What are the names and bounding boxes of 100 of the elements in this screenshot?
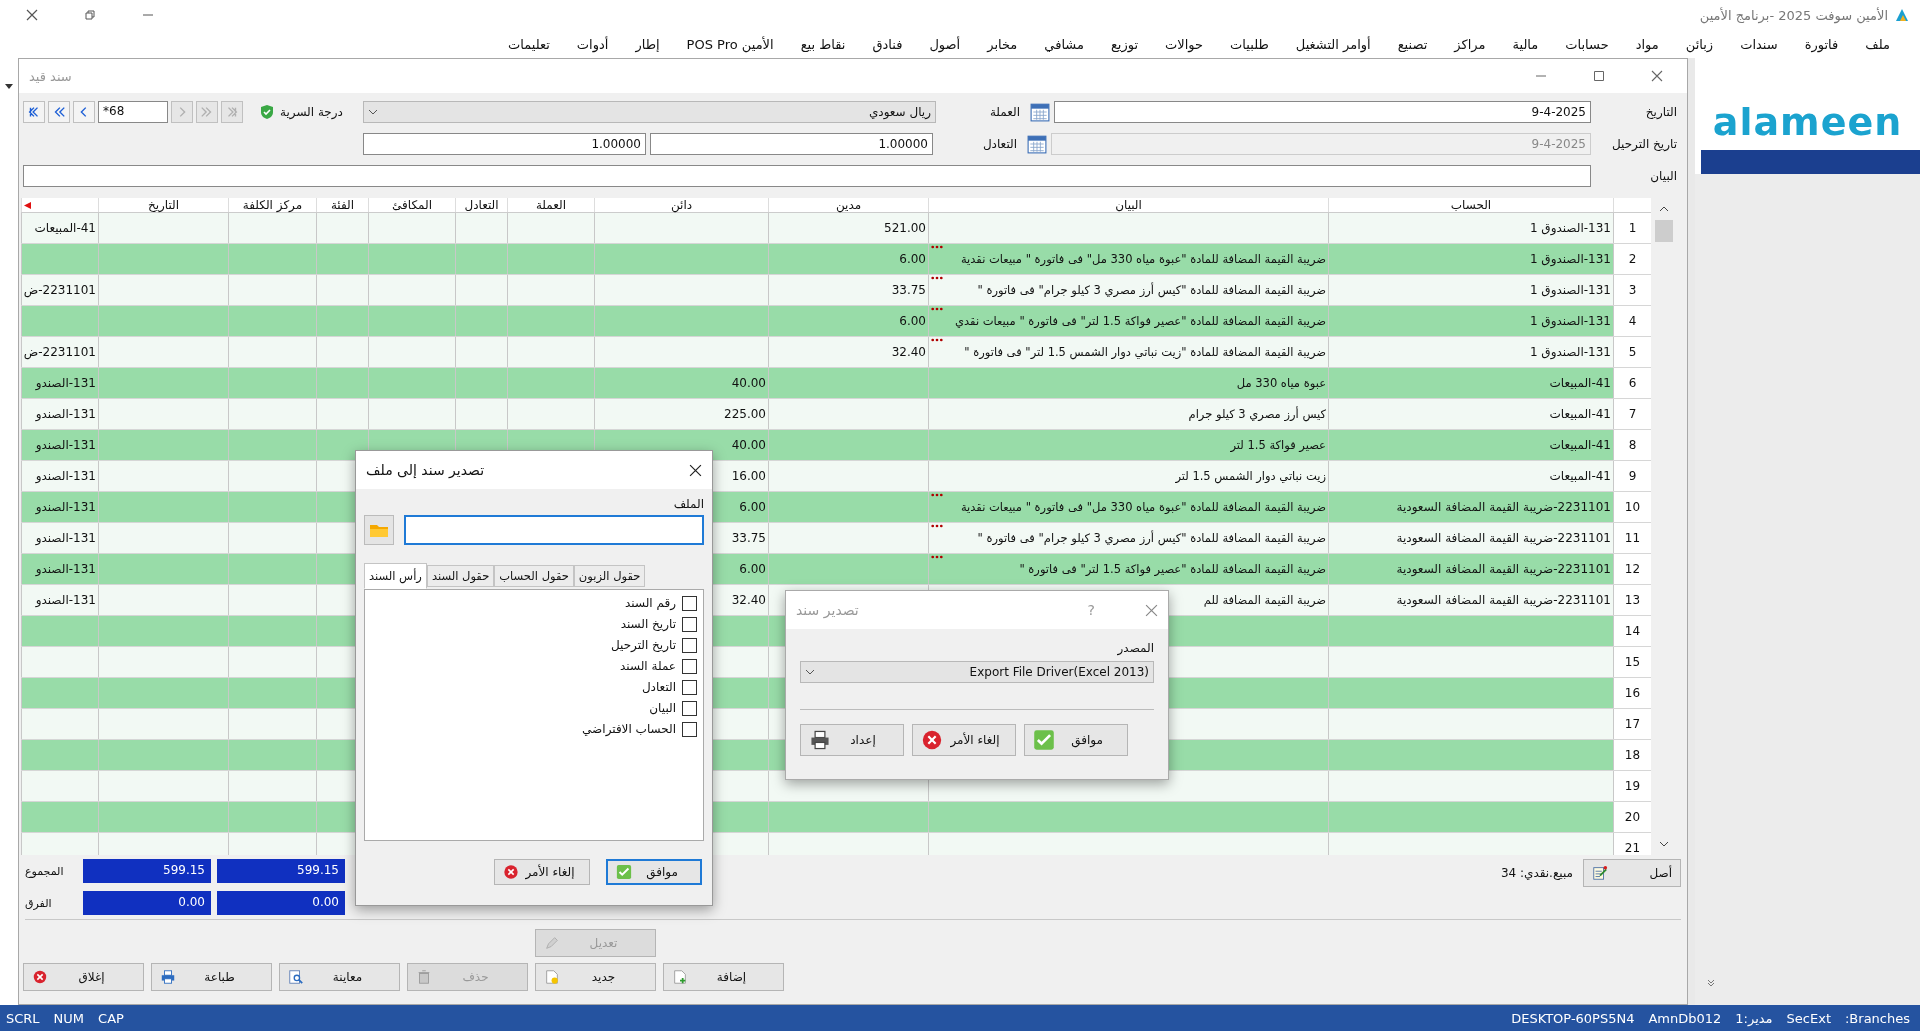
rate-field[interactable]: 1.00000 (650, 133, 933, 155)
calendar-icon[interactable] (1027, 134, 1047, 154)
double-chevron-icon[interactable] (1706, 978, 1716, 988)
checkbox[interactable] (682, 658, 697, 674)
description-field[interactable] (23, 165, 1591, 187)
table-cell: 16.00 (731, 469, 766, 483)
row-number: 21 (1624, 841, 1641, 855)
table-cell: 2231101-ض (23, 283, 96, 297)
rate-field[interactable]: 1.00000 (363, 133, 646, 155)
checkbox[interactable] (682, 679, 697, 695)
nav-button[interactable] (48, 101, 70, 123)
checkbox[interactable] (682, 637, 697, 653)
tab[interactable]: حقول السند (426, 565, 495, 587)
row-number: 17 (1624, 717, 1641, 731)
table-cell: ضريبة القيمة المضافة للمادة "عصير فواكة 1.5 لتر" فى فاتورة " (1019, 562, 1326, 576)
more-dots-icon[interactable] (931, 338, 943, 342)
checkbox[interactable] (682, 721, 697, 737)
checkbox[interactable] (682, 700, 697, 716)
nav-button[interactable] (23, 101, 45, 123)
chevron-down-icon[interactable] (1659, 841, 1669, 847)
menu-item[interactable]: أوامر التشغيل (1295, 36, 1371, 52)
menu-item[interactable]: أصول (929, 36, 961, 52)
status-item: CAP (98, 1010, 124, 1026)
window-title: سند قيد (29, 68, 72, 84)
preview-button[interactable]: معاينة (279, 963, 400, 991)
ok-button[interactable]: موافق (1024, 724, 1128, 756)
menu-item[interactable]: سندات (1740, 36, 1778, 52)
origin-button[interactable]: أصل (1583, 859, 1681, 887)
menu-item[interactable]: مالية (1512, 36, 1539, 52)
menu-item[interactable]: فنادق (872, 36, 903, 52)
table-cell: عصير فواكة 1.5 لتر (1230, 438, 1326, 452)
menu-item[interactable]: مخابر (987, 36, 1018, 52)
menu-item[interactable]: إطار (635, 36, 660, 52)
add-button[interactable]: إضافة (663, 963, 784, 991)
table-cell: 41-المبيعات (1549, 469, 1611, 483)
calendar-icon[interactable] (1030, 102, 1050, 122)
column-header: التاريخ (147, 198, 180, 212)
more-dots-icon[interactable] (931, 245, 943, 249)
menu-item[interactable]: مشافي (1044, 36, 1084, 52)
restore-icon[interactable] (84, 9, 96, 21)
menu-item[interactable]: توزيع (1110, 36, 1139, 52)
table-cell: 6.00 (899, 252, 926, 266)
more-dots-icon[interactable] (931, 524, 943, 528)
new-button[interactable]: جديد (535, 963, 656, 991)
checkbox[interactable] (682, 595, 697, 611)
menu-item[interactable]: ملف (1865, 36, 1890, 52)
currency-dropdown[interactable]: ريال سعودي (363, 101, 936, 123)
dropdown-arrow-icon[interactable] (5, 84, 13, 90)
scroll-thumb[interactable] (1655, 220, 1673, 242)
print-button[interactable]: طباعة (151, 963, 272, 991)
row-number: 7 (1628, 407, 1637, 421)
app-title: الأمين سوفت 2025 -برنامج الأمين (1699, 7, 1888, 23)
caret-icon (368, 109, 378, 115)
tab[interactable]: حقول الزبون (573, 565, 646, 587)
tab[interactable]: حقول الحساب (494, 565, 574, 587)
tab[interactable]: رأس السند (364, 563, 427, 589)
menu-item[interactable]: نقاط بيع (800, 36, 846, 52)
date-field[interactable]: 9-4-2025 (1054, 101, 1591, 123)
table-cell: 131-الصندو (35, 376, 96, 390)
file-field[interactable] (404, 515, 704, 545)
close-icon[interactable] (689, 463, 702, 477)
close-button[interactable]: إغلاق (23, 963, 144, 991)
table-cell: ضريبة القيمة المضافة للمادة "زيت نباتي دوار الشمس 1.5 لتر" فى فاتورة " (964, 345, 1326, 359)
description-label: البيان (1649, 169, 1677, 183)
menu-item[interactable]: مواد (1635, 36, 1659, 52)
menu-item[interactable]: تصنيع (1397, 36, 1428, 52)
total-field: 599.15 (217, 859, 345, 883)
more-dots-icon[interactable] (931, 493, 943, 497)
menu-item[interactable]: مراكز (1454, 36, 1486, 52)
menu-item[interactable]: أدوات (576, 36, 609, 52)
number-field[interactable]: *68 (98, 101, 168, 123)
caret-icon (805, 669, 815, 675)
nav-button[interactable] (73, 101, 95, 123)
menu-item[interactable]: الأمين POS Pro (686, 36, 774, 52)
secrecy-label: درجة السرية (280, 105, 343, 119)
menu-item[interactable]: طلبيات (1230, 36, 1269, 52)
maximize-icon[interactable] (1593, 70, 1605, 82)
setup-button[interactable]: إعداد (800, 724, 904, 756)
folder-icon (369, 522, 389, 538)
source-dropdown[interactable]: Export File Driver(Excel 2013) (800, 661, 1154, 683)
more-dots-icon[interactable] (931, 307, 943, 311)
table-cell: 131-الصندو (35, 438, 96, 452)
more-dots-icon[interactable] (931, 555, 943, 559)
table-cell: 131-الصندو (35, 407, 96, 421)
chevron-up-icon[interactable] (1659, 206, 1669, 212)
ok-button[interactable]: موافق (606, 859, 702, 885)
menu-item[interactable]: حوالات (1165, 36, 1204, 52)
menu-item[interactable]: تعليمات (508, 36, 550, 52)
cancel-button[interactable]: إلغاء الأمر (912, 724, 1016, 756)
checkbox[interactable] (682, 616, 697, 632)
checkbox-label: التعادل (641, 680, 676, 694)
menu-item[interactable]: فاتورة (1804, 36, 1839, 52)
cancel-button[interactable]: إلغاء الأمر (494, 859, 590, 885)
checkbox-label: عملة السند (620, 659, 676, 673)
pencil-icon (544, 935, 560, 951)
menu-item[interactable]: زبائن (1685, 36, 1714, 52)
more-dots-icon[interactable] (931, 276, 943, 280)
close-icon[interactable] (26, 9, 38, 21)
table-cell: 131-الصندو (35, 562, 96, 576)
menu-item[interactable]: حسابات (1565, 36, 1609, 52)
